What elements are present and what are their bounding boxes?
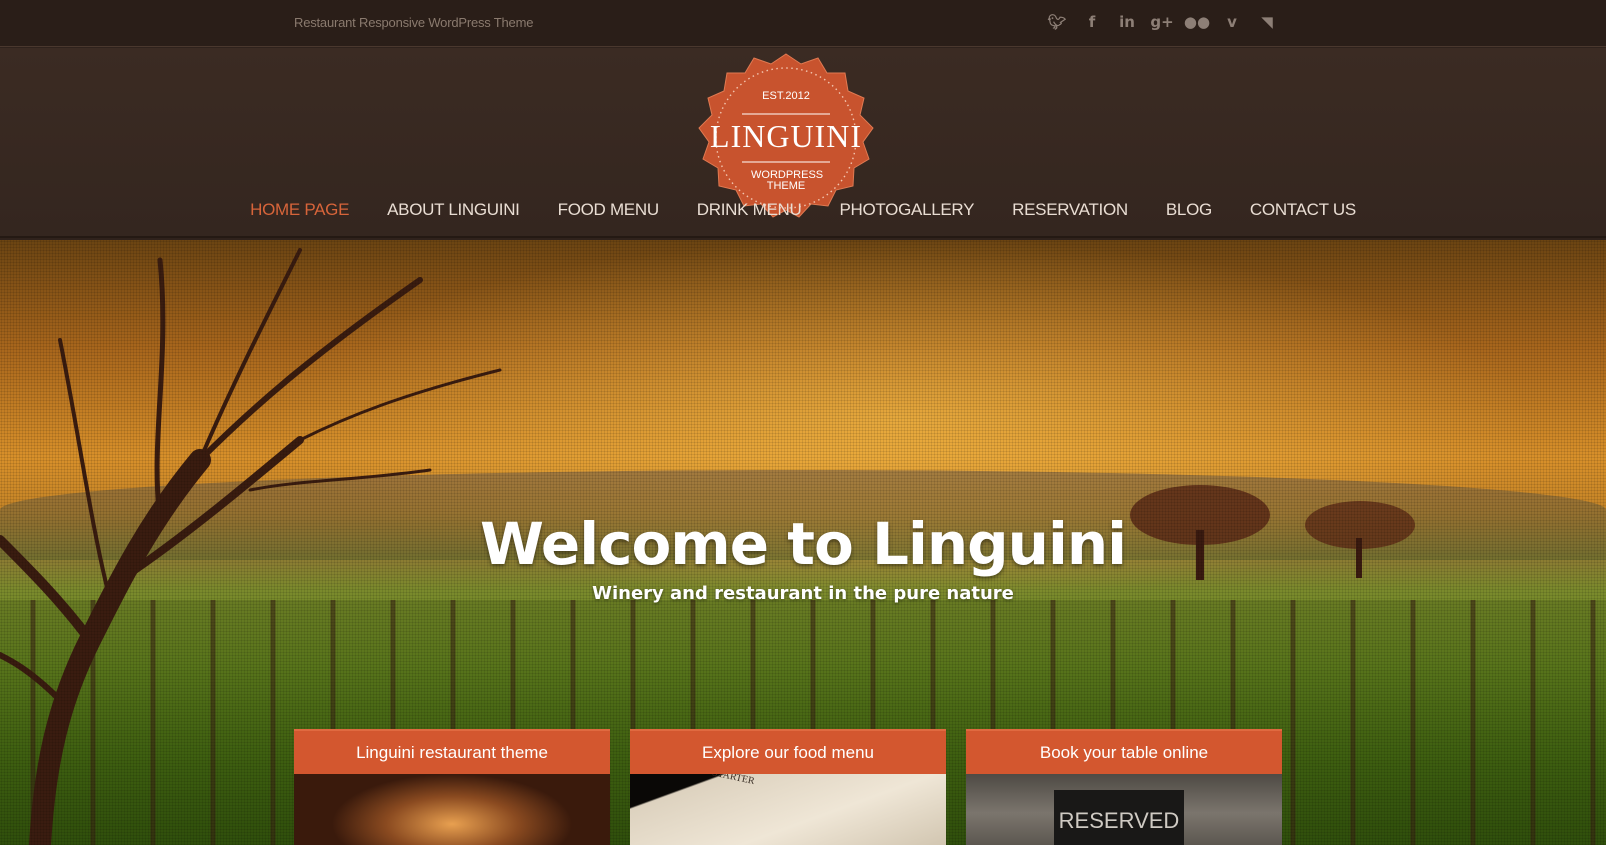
food-menu-image[interactable]: STARTER	[630, 774, 946, 845]
logo-subtitle-line2: THEME	[766, 180, 806, 192]
site-tagline: Restaurant Responsive WordPress Theme	[294, 15, 534, 30]
hero-subtitle: Winery and restaurant in the pure nature	[592, 583, 1014, 604]
feature-box-theme[interactable]: Linguini restaurant theme	[294, 729, 610, 845]
hero-title: Welcome to Linguini	[479, 510, 1127, 578]
feature-box-title[interactable]: Book your table online	[966, 729, 1282, 774]
vimeo-icon[interactable]: v	[1223, 12, 1241, 32]
nav-item-contact-us[interactable]: CONTACT US	[1231, 200, 1375, 220]
reserved-sign-text: RESERVED	[1054, 790, 1184, 845]
main-nav: HOME PAGE ABOUT LINGUINI FOOD MENU DRINK…	[0, 200, 1606, 220]
nav-item-food-menu[interactable]: FOOD MENU	[539, 200, 678, 220]
feature-box-title[interactable]: Explore our food menu	[630, 729, 946, 774]
top-bar: Restaurant Responsive WordPress Theme 🐦︎…	[0, 0, 1606, 47]
logo-name: LINGUINI	[710, 118, 862, 154]
facebook-icon[interactable]: f	[1083, 12, 1101, 32]
flickr-icon[interactable]: ●●	[1184, 12, 1210, 32]
nav-item-drink-menu[interactable]: DRINK MENU	[678, 200, 821, 220]
twitter-icon[interactable]: 🐦︎	[1047, 12, 1066, 32]
linkedin-icon[interactable]: in	[1118, 12, 1136, 32]
feature-box-book-table[interactable]: Book your table online RESERVED	[966, 729, 1282, 845]
nav-item-home-page[interactable]: HOME PAGE	[231, 200, 368, 220]
restaurant-interior-image[interactable]	[294, 774, 610, 845]
social-links: 🐦︎ f in g+ ●● v ◥	[1047, 12, 1276, 32]
menu-image-text: STARTER	[711, 774, 756, 788]
rss-icon[interactable]: ◥	[1258, 12, 1276, 32]
reserved-sign-image[interactable]: RESERVED	[966, 774, 1282, 845]
google-plus-icon[interactable]: g+	[1150, 12, 1173, 32]
nav-item-blog[interactable]: BLOG	[1147, 200, 1231, 220]
logo-established: EST.2012	[762, 90, 810, 102]
hero-section: Welcome to Linguini Winery and restauran…	[0, 240, 1606, 845]
feature-box-title[interactable]: Linguini restaurant theme	[294, 729, 610, 774]
nav-item-about-linguini[interactable]: ABOUT LINGUINI	[368, 200, 538, 220]
logo-subtitle: WORDPRESS THEME	[751, 170, 823, 192]
site-header: EST.2012 LINGUINI WORDPRESS THEME HOME P…	[0, 48, 1606, 238]
feature-box-food-menu[interactable]: Explore our food menu STARTER	[630, 729, 946, 845]
nav-item-reservation[interactable]: RESERVATION	[993, 200, 1147, 220]
site-logo[interactable]: EST.2012 LINGUINI WORDPRESS THEME	[697, 52, 875, 224]
nav-item-photogallery[interactable]: PHOTOGALLERY	[820, 200, 993, 220]
